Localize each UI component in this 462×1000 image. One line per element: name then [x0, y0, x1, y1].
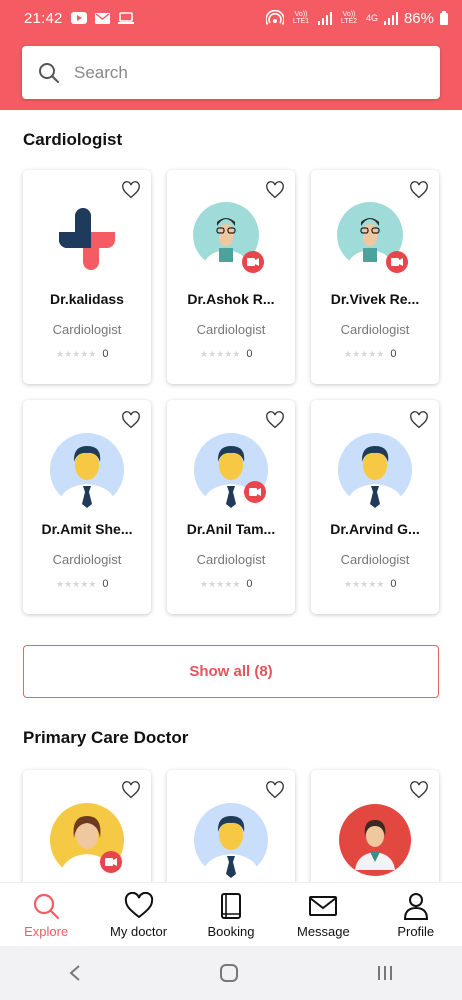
- doctor-female-red-avatar: [337, 802, 413, 878]
- doctor-rating: ★★★★★ 0: [200, 348, 253, 360]
- rating-stars-icon: ★★★★★: [344, 348, 385, 359]
- heart-icon[interactable]: [265, 781, 285, 799]
- show-all-button[interactable]: Show all (8): [23, 645, 439, 698]
- doctor-card[interactable]: Dr.Arvind G... Cardiologist ★★★★★ 0: [311, 400, 439, 614]
- user-icon: [403, 893, 428, 920]
- system-nav-bar: [0, 946, 462, 1000]
- nav-explore[interactable]: Explore: [0, 883, 92, 946]
- nav-label: Profile: [397, 924, 435, 939]
- laptop-icon: [117, 12, 134, 24]
- heart-icon: [124, 892, 153, 919]
- nav-profile[interactable]: Profile: [370, 883, 462, 946]
- search-bar[interactable]: [22, 46, 440, 99]
- doctor-specialty: Cardiologist: [340, 552, 410, 567]
- heart-icon[interactable]: [121, 181, 141, 199]
- doctor-female-avatar: [49, 802, 125, 878]
- doctor-rating: ★★★★★ 0: [200, 578, 253, 590]
- bottom-nav: Explore My doctor Booking Message Profil…: [0, 882, 462, 946]
- heart-icon[interactable]: [409, 411, 429, 429]
- doctor-card[interactable]: Dr.Vivek Re... Cardiologist ★★★★★ 0: [311, 170, 439, 384]
- heart-icon[interactable]: [409, 181, 429, 199]
- section-title-cardiologist: Cardiologist: [23, 130, 123, 149]
- status-time: 21:42: [24, 9, 63, 27]
- doctor-name: Dr.Arvind G...: [330, 521, 420, 537]
- doctor-specialty: Cardiologist: [340, 322, 410, 337]
- doctor-card[interactable]: Dr.Anil Tam... Cardiologist ★★★★★ 0: [167, 400, 295, 614]
- signal-icon: [317, 11, 332, 25]
- search-icon: [39, 62, 59, 83]
- doctor-specialty: Cardiologist: [52, 322, 122, 337]
- doctor-male-avatar: [337, 432, 413, 508]
- search-icon: [34, 893, 60, 920]
- nav-label: My doctor: [110, 924, 168, 939]
- doctor-specialty: Cardiologist: [52, 552, 122, 567]
- network-type: 4G: [365, 12, 378, 23]
- nav-label: Booking: [207, 924, 255, 939]
- doctor-name: Dr.Amit She...: [41, 521, 133, 537]
- nav-booking[interactable]: Booking: [185, 883, 277, 946]
- battery-icon: [440, 11, 448, 25]
- doctor-card[interactable]: Dr.Ashok R... Cardiologist ★★★★★ 0: [167, 170, 295, 384]
- heart-icon[interactable]: [265, 181, 285, 199]
- app-header: 21:42 Vo)) LTE1 Vo)) LTE2 4G 86%: [0, 0, 462, 110]
- doctor-rating: ★★★★★ 0: [344, 348, 397, 360]
- rating-stars-icon: ★★★★★: [344, 578, 385, 589]
- doctor-specialty: Cardiologist: [196, 322, 266, 337]
- nav-label: Explore: [24, 924, 69, 939]
- status-bar: 21:42 Vo)) LTE1 Vo)) LTE2 4G 86%: [0, 0, 462, 36]
- section-title-primary-care: Primary Care Doctor: [23, 728, 189, 747]
- nav-message[interactable]: Message: [277, 883, 369, 946]
- doctor-card[interactable]: Dr.kalidass Cardiologist ★★★★★ 0: [23, 170, 151, 384]
- doctor-name: Dr.kalidass: [50, 291, 124, 307]
- rating-stars-icon: ★★★★★: [200, 578, 241, 589]
- doctor-card[interactable]: Dr.Amit She... Cardiologist ★★★★★ 0: [23, 400, 151, 614]
- back-icon[interactable]: [68, 964, 82, 982]
- signal-icon-2: [383, 11, 398, 25]
- doctor-name: Dr.Anil Tam...: [186, 521, 276, 537]
- nav-my-doctor[interactable]: My doctor: [93, 883, 185, 946]
- envelope-icon: [309, 896, 338, 916]
- doctor-male-avatar: [49, 432, 125, 508]
- doctor-specialty: Cardiologist: [196, 552, 266, 567]
- nav-label: Message: [296, 924, 350, 939]
- heart-icon[interactable]: [121, 781, 141, 799]
- doctor-male-avatar: [193, 802, 269, 878]
- rating-stars-icon: ★★★★★: [56, 348, 97, 359]
- doctor-glasses-avatar: [193, 202, 269, 278]
- doctor-rating: ★★★★★ 0: [344, 578, 397, 590]
- book-icon: [220, 893, 241, 919]
- doctor-rating: ★★★★★ 0: [56, 348, 109, 360]
- doctor-glasses-avatar: [337, 202, 413, 278]
- heart-icon[interactable]: [409, 781, 429, 799]
- mail-icon: [94, 12, 110, 24]
- doctor-male-avatar: [193, 432, 269, 508]
- hotspot-icon: [265, 10, 284, 25]
- home-icon[interactable]: [219, 963, 239, 983]
- recents-icon[interactable]: [376, 964, 394, 982]
- youtube-icon: [70, 12, 87, 24]
- rating-stars-icon: ★★★★★: [56, 578, 97, 589]
- search-input[interactable]: [74, 62, 404, 83]
- network-1-label: Vo)) LTE1: [292, 11, 310, 25]
- doctor-rating: ★★★★★ 0: [56, 578, 109, 590]
- doctor-name: Dr.Ashok R...: [187, 291, 275, 307]
- heart-icon[interactable]: [265, 411, 285, 429]
- rating-stars-icon: ★★★★★: [200, 348, 241, 359]
- battery-level: 86%: [403, 9, 434, 27]
- heart-icon[interactable]: [121, 411, 141, 429]
- logo-cross-icon: [49, 202, 125, 278]
- doctor-name: Dr.Vivek Re...: [330, 291, 420, 307]
- network-2-label: Vo)) LTE2: [340, 11, 358, 25]
